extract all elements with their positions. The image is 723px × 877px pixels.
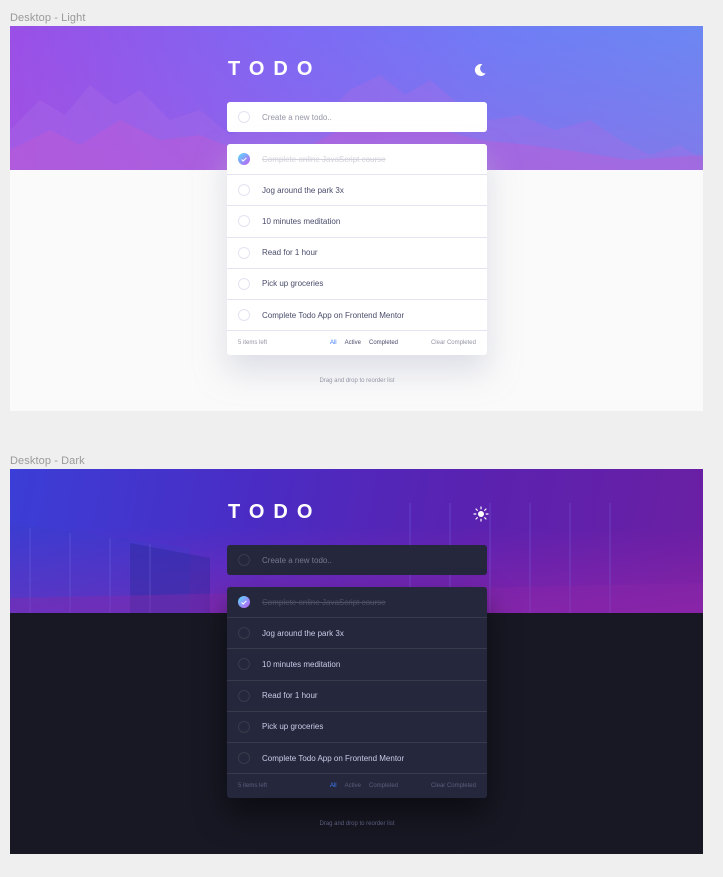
todo-text: Complete online JavaScript course <box>262 154 386 164</box>
desktop-dark-frame: TODO Create a new todo.. Complete online… <box>10 469 703 854</box>
sun-icon[interactable] <box>473 506 489 522</box>
checkbox-circle-icon[interactable] <box>238 720 250 733</box>
list-footer: 5 items left All Active Completed Clear … <box>227 331 487 355</box>
desktop-light-frame: TODO Create a new todo.. Complete online… <box>10 26 703 411</box>
todo-item[interactable]: Read for 1 hour <box>227 681 487 712</box>
new-todo-placeholder: Create a new todo.. <box>262 555 332 565</box>
todo-item[interactable]: Pick up groceries <box>227 269 487 300</box>
items-left-count: 5 items left <box>238 340 268 347</box>
checkbox-circle-icon[interactable] <box>238 752 250 765</box>
drag-hint: Drag and drop to reorder list <box>319 821 395 827</box>
new-todo-input[interactable]: Create a new todo.. <box>227 102 487 132</box>
filter-group: All Active Completed <box>330 340 398 346</box>
todo-text: Read for 1 hour <box>262 248 318 258</box>
app-title: TODO <box>228 58 322 80</box>
filter-active[interactable]: Active <box>345 340 361 346</box>
todo-item[interactable]: Complete Todo App on Frontend Mentor <box>227 300 487 332</box>
todo-text: Pick up groceries <box>262 279 324 289</box>
checkbox-circle-icon[interactable] <box>238 658 250 671</box>
todo-item[interactable]: Jog around the park 3x <box>227 175 487 207</box>
new-todo-input[interactable]: Create a new todo.. <box>227 545 487 575</box>
todo-text: Complete Todo App on Frontend Mentor <box>262 753 405 763</box>
todo-item[interactable]: 10 minutes meditation <box>227 206 487 238</box>
filter-completed[interactable]: Completed <box>369 783 398 789</box>
todo-item[interactable]: Jog around the park 3x <box>227 618 487 650</box>
moon-icon[interactable] <box>473 63 489 79</box>
list-footer: 5 items left All Active Completed Clear … <box>227 774 487 798</box>
todo-list: Complete online JavaScript course Jog ar… <box>227 144 487 356</box>
filter-group: All Active Completed <box>330 783 398 789</box>
checkbox-circle-icon[interactable] <box>238 309 250 322</box>
check-icon[interactable] <box>238 596 250 609</box>
clear-completed-button[interactable]: Clear Completed <box>431 783 476 789</box>
checkbox-circle-icon[interactable] <box>238 246 250 259</box>
todo-text: Jog around the park 3x <box>262 185 344 195</box>
clear-completed-button[interactable]: Clear Completed <box>431 340 476 346</box>
todo-item[interactable]: Complete Todo App on Frontend Mentor <box>227 743 487 775</box>
filter-all[interactable]: All <box>330 340 337 346</box>
checkbox-circle-icon[interactable] <box>238 184 250 197</box>
filter-completed[interactable]: Completed <box>369 340 398 346</box>
todo-text: 10 minutes meditation <box>262 216 341 226</box>
checkbox-circle-icon[interactable] <box>238 627 250 640</box>
todo-text: Jog around the park 3x <box>262 628 344 638</box>
todo-text: Read for 1 hour <box>262 691 318 701</box>
check-icon[interactable] <box>238 153 250 166</box>
filter-all[interactable]: All <box>330 783 337 789</box>
checkbox-circle-icon[interactable] <box>238 689 250 702</box>
frame-label-light: Desktop - Light <box>10 12 86 24</box>
todo-item[interactable]: Complete online JavaScript course <box>227 144 487 176</box>
todo-text: Complete online JavaScript course <box>262 597 386 607</box>
todo-item[interactable]: 10 minutes meditation <box>227 649 487 681</box>
todo-item[interactable]: Read for 1 hour <box>227 238 487 269</box>
checkbox-circle-icon[interactable] <box>238 215 250 228</box>
todo-text: Complete Todo App on Frontend Mentor <box>262 310 405 320</box>
checkbox-circle-icon[interactable] <box>238 277 250 290</box>
new-todo-placeholder: Create a new todo.. <box>262 112 332 122</box>
frame-label-dark: Desktop - Dark <box>10 455 85 467</box>
drag-hint: Drag and drop to reorder list <box>319 378 395 384</box>
items-left-count: 5 items left <box>238 783 268 790</box>
todo-text: Pick up groceries <box>262 722 324 732</box>
new-todo-circle-icon <box>238 554 250 566</box>
filter-active[interactable]: Active <box>345 783 361 789</box>
app-title: TODO <box>228 501 322 523</box>
todo-list: Complete online JavaScript course Jog ar… <box>227 587 487 799</box>
todo-text: 10 minutes meditation <box>262 659 341 669</box>
todo-item[interactable]: Complete online JavaScript course <box>227 587 487 619</box>
todo-item[interactable]: Pick up groceries <box>227 712 487 743</box>
new-todo-circle-icon <box>238 111 250 123</box>
